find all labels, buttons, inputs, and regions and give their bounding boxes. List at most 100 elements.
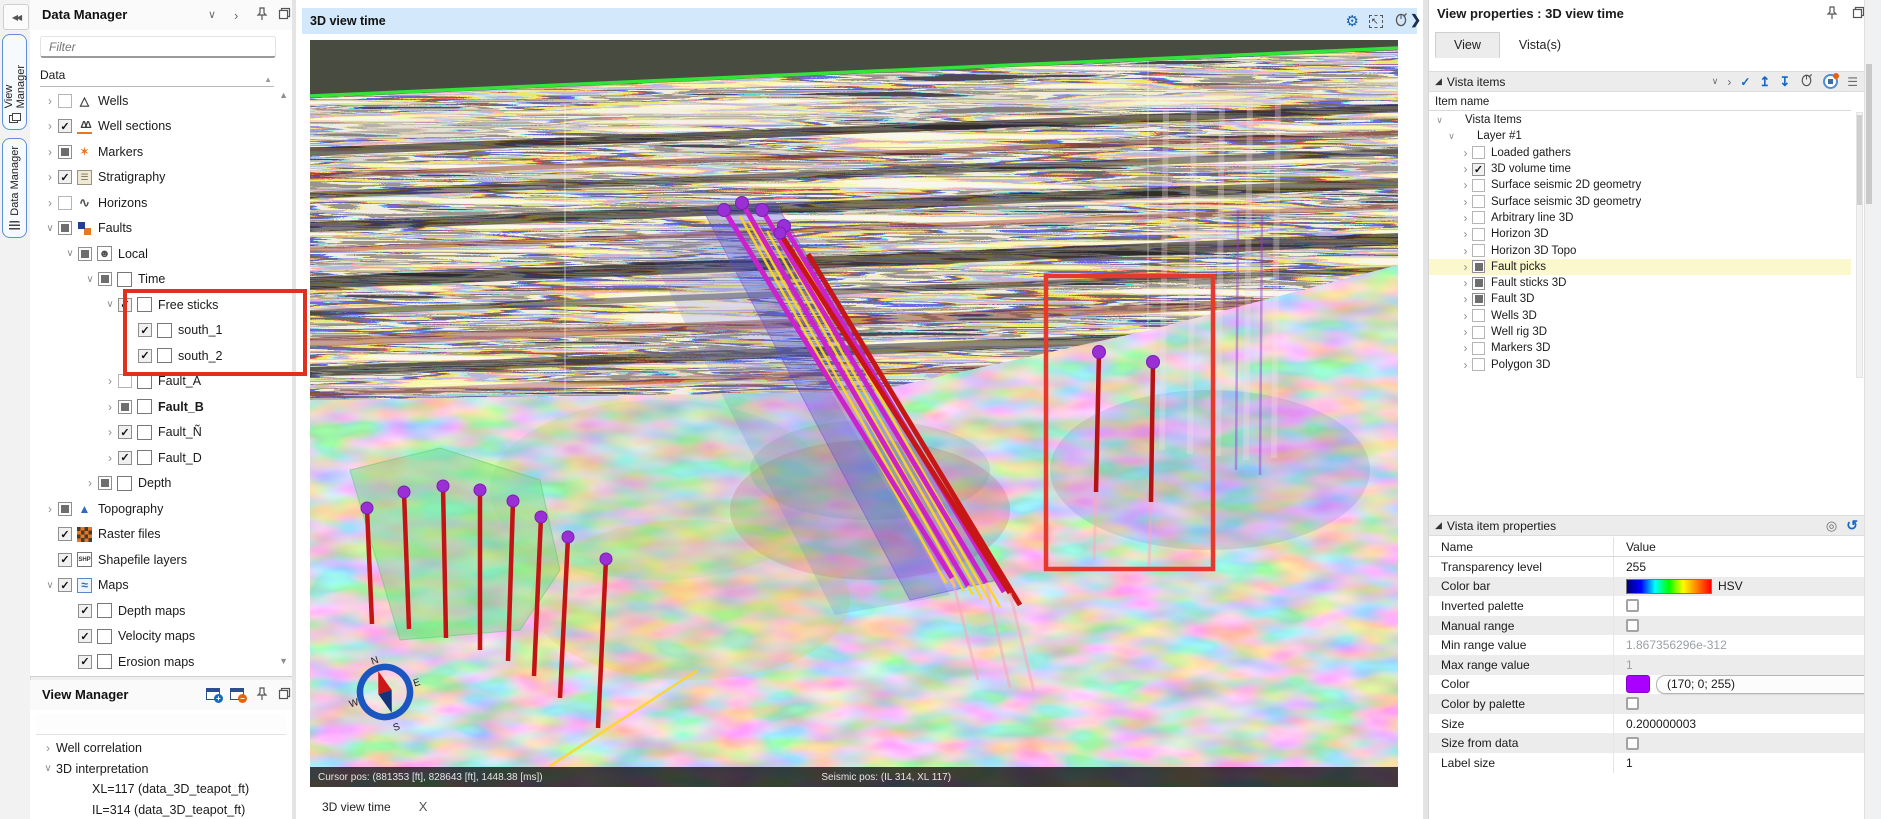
view-title-bar[interactable]: 3D view time ⚙ ↖ (302, 8, 1417, 34)
tree-row[interactable]: Wells (30, 88, 272, 114)
checkbox[interactable] (58, 93, 72, 108)
expand-arrow-icon[interactable] (1459, 146, 1472, 160)
property-row[interactable]: Max range value 1 1 1 (1429, 654, 1864, 675)
vista-tree-row[interactable]: Fault 3D (1429, 291, 1851, 307)
property-value-cell[interactable]: 1 1 1 (1613, 752, 1864, 773)
checkbox[interactable] (1472, 325, 1485, 339)
checkbox[interactable] (1472, 211, 1485, 225)
checkbox[interactable] (138, 323, 152, 338)
check-all-icon[interactable]: ✓ (1740, 75, 1750, 89)
expand-arrow-icon[interactable] (82, 476, 98, 490)
checkbox[interactable] (118, 374, 132, 389)
checkbox[interactable] (1472, 162, 1485, 176)
expand-arrow-icon[interactable] (1459, 260, 1472, 274)
pin-icon[interactable] (256, 7, 268, 21)
expand-arrow-icon[interactable] (1459, 276, 1472, 290)
3d-scene[interactable]: N S E W Cursor pos: (881353 [ft], 828643… (310, 40, 1398, 787)
vista-tree-row[interactable]: Markers 3D (1429, 340, 1851, 356)
expand-arrow-icon[interactable] (40, 741, 56, 755)
checkbox[interactable] (78, 246, 92, 261)
item-list-icon[interactable]: ☰ (1847, 75, 1858, 89)
expand-arrow-icon[interactable] (1433, 115, 1446, 126)
expand-arrow-icon[interactable] (102, 299, 118, 310)
chevron-right-icon[interactable]: › (234, 8, 238, 23)
colorbar-swatch[interactable] (1626, 578, 1712, 594)
undo-icon[interactable]: ↺ (1846, 517, 1858, 534)
expand-arrow-icon[interactable] (1445, 131, 1458, 142)
property-checkbox[interactable] (1626, 619, 1639, 633)
checkbox[interactable] (58, 578, 72, 593)
checkbox[interactable] (1472, 227, 1485, 241)
view-tab[interactable]: 3D view time (322, 800, 391, 814)
checkbox[interactable] (118, 425, 132, 440)
tree-row[interactable]: Time (30, 267, 272, 293)
property-value-cell[interactable]: 1 1 1 (1613, 654, 1864, 675)
vista-items-section-header[interactable]: ◢ Vista items ∨ › ✓ ↥ ↧ ☰ (1429, 71, 1864, 92)
view-row[interactable]: Well correlation (30, 738, 292, 759)
move-up-icon[interactable]: ↥ (1759, 74, 1770, 90)
properties-tab[interactable]: View (1435, 32, 1500, 58)
checkbox[interactable] (98, 272, 112, 287)
checkbox[interactable] (58, 195, 72, 210)
property-value-cell[interactable]: HSV HSV HSV (1613, 576, 1864, 597)
tree-row[interactable]: Stratigraphy (30, 165, 272, 191)
checkbox[interactable] (1472, 244, 1485, 258)
expand-arrow-icon[interactable] (102, 400, 118, 414)
vista-tree-row[interactable]: Fault sticks 3D (1429, 275, 1851, 291)
tree-row[interactable]: south_2 (30, 343, 272, 369)
vista-tree-row[interactable]: Vista Items (1429, 112, 1851, 128)
expand-arrow-icon[interactable] (42, 170, 58, 184)
property-value-cell[interactable]: 1.867356296e-312 1.867356296e-312 1.8673… (1613, 635, 1864, 655)
remove-view-icon[interactable]: − (230, 688, 247, 703)
checkbox[interactable] (78, 629, 92, 644)
expand-arrow-icon[interactable] (1459, 292, 1472, 306)
tree-row[interactable]: Free sticks (30, 292, 272, 318)
expand-arrow-icon[interactable] (1459, 309, 1472, 323)
checkbox[interactable] (118, 450, 132, 465)
expand-arrow-icon[interactable] (102, 451, 118, 465)
properties-tab[interactable]: Vista(s) (1500, 32, 1580, 58)
checkbox[interactable] (58, 552, 72, 567)
chevron-down-icon[interactable]: ∨ (208, 8, 216, 21)
color-value-button[interactable]: (170; 0; 255) (1656, 674, 1864, 694)
tree-row[interactable]: Fault_D (30, 445, 272, 471)
tree-row[interactable]: Faults (30, 216, 272, 242)
expand-arrow-icon[interactable] (62, 248, 78, 259)
data-column-header[interactable]: Data ▲ (40, 64, 274, 87)
property-row[interactable]: Label size 1 1 1 (1429, 752, 1864, 773)
view-row[interactable]: XL=117 (data_3D_teapot_ft) (30, 779, 292, 800)
expand-arrow-icon[interactable] (102, 425, 118, 439)
expand-arrow-icon[interactable] (1459, 227, 1472, 241)
property-value-text[interactable]: 1.867356296e-312 (1626, 638, 1727, 652)
checkbox[interactable] (58, 527, 72, 542)
scrollbar-thumb[interactable] (1857, 115, 1862, 205)
expand-arrow-icon[interactable] (42, 196, 58, 210)
tree-row[interactable]: Well sections (30, 114, 272, 140)
filter-input[interactable] (40, 36, 276, 58)
tree-row[interactable]: Fault_Ñ (30, 420, 272, 446)
tree-row[interactable]: Fault_A (30, 369, 272, 395)
close-tab-icon[interactable]: X (419, 799, 428, 814)
checkbox[interactable] (1472, 195, 1485, 209)
chevron-down-icon[interactable]: ∨ (1712, 76, 1719, 87)
panel-scrollbar[interactable] (1864, 0, 1873, 819)
target-icon[interactable]: ◎ (1826, 518, 1837, 534)
checkbox[interactable] (78, 603, 92, 618)
tree-row[interactable]: Depth maps (30, 598, 272, 624)
expand-arrow-icon[interactable] (1459, 211, 1472, 225)
view-row[interactable]: IL=314 (data_3D_teapot_ft) (30, 800, 292, 819)
property-row[interactable]: Manual range (1429, 615, 1864, 636)
vista-tree-row[interactable]: Surface seismic 2D geometry (1429, 177, 1851, 193)
property-value-cell[interactable]: 255 255 255 (1613, 557, 1864, 577)
checkbox[interactable] (58, 119, 72, 134)
collapse-panel-button[interactable]: ◀◀ (3, 4, 29, 30)
tree-row[interactable]: Velocity maps (30, 624, 272, 650)
expand-arrow-icon[interactable] (1459, 195, 1472, 209)
3d-scene-canvas[interactable]: N S E W (310, 40, 1398, 787)
item-name-column-header[interactable]: Item name (1429, 93, 1851, 111)
checkbox[interactable] (1472, 292, 1485, 306)
move-down-icon[interactable]: ↧ (1779, 74, 1790, 90)
checkbox[interactable] (1472, 358, 1485, 372)
tree-row[interactable]: Horizons (30, 190, 272, 216)
expand-arrow-icon[interactable] (102, 374, 118, 388)
